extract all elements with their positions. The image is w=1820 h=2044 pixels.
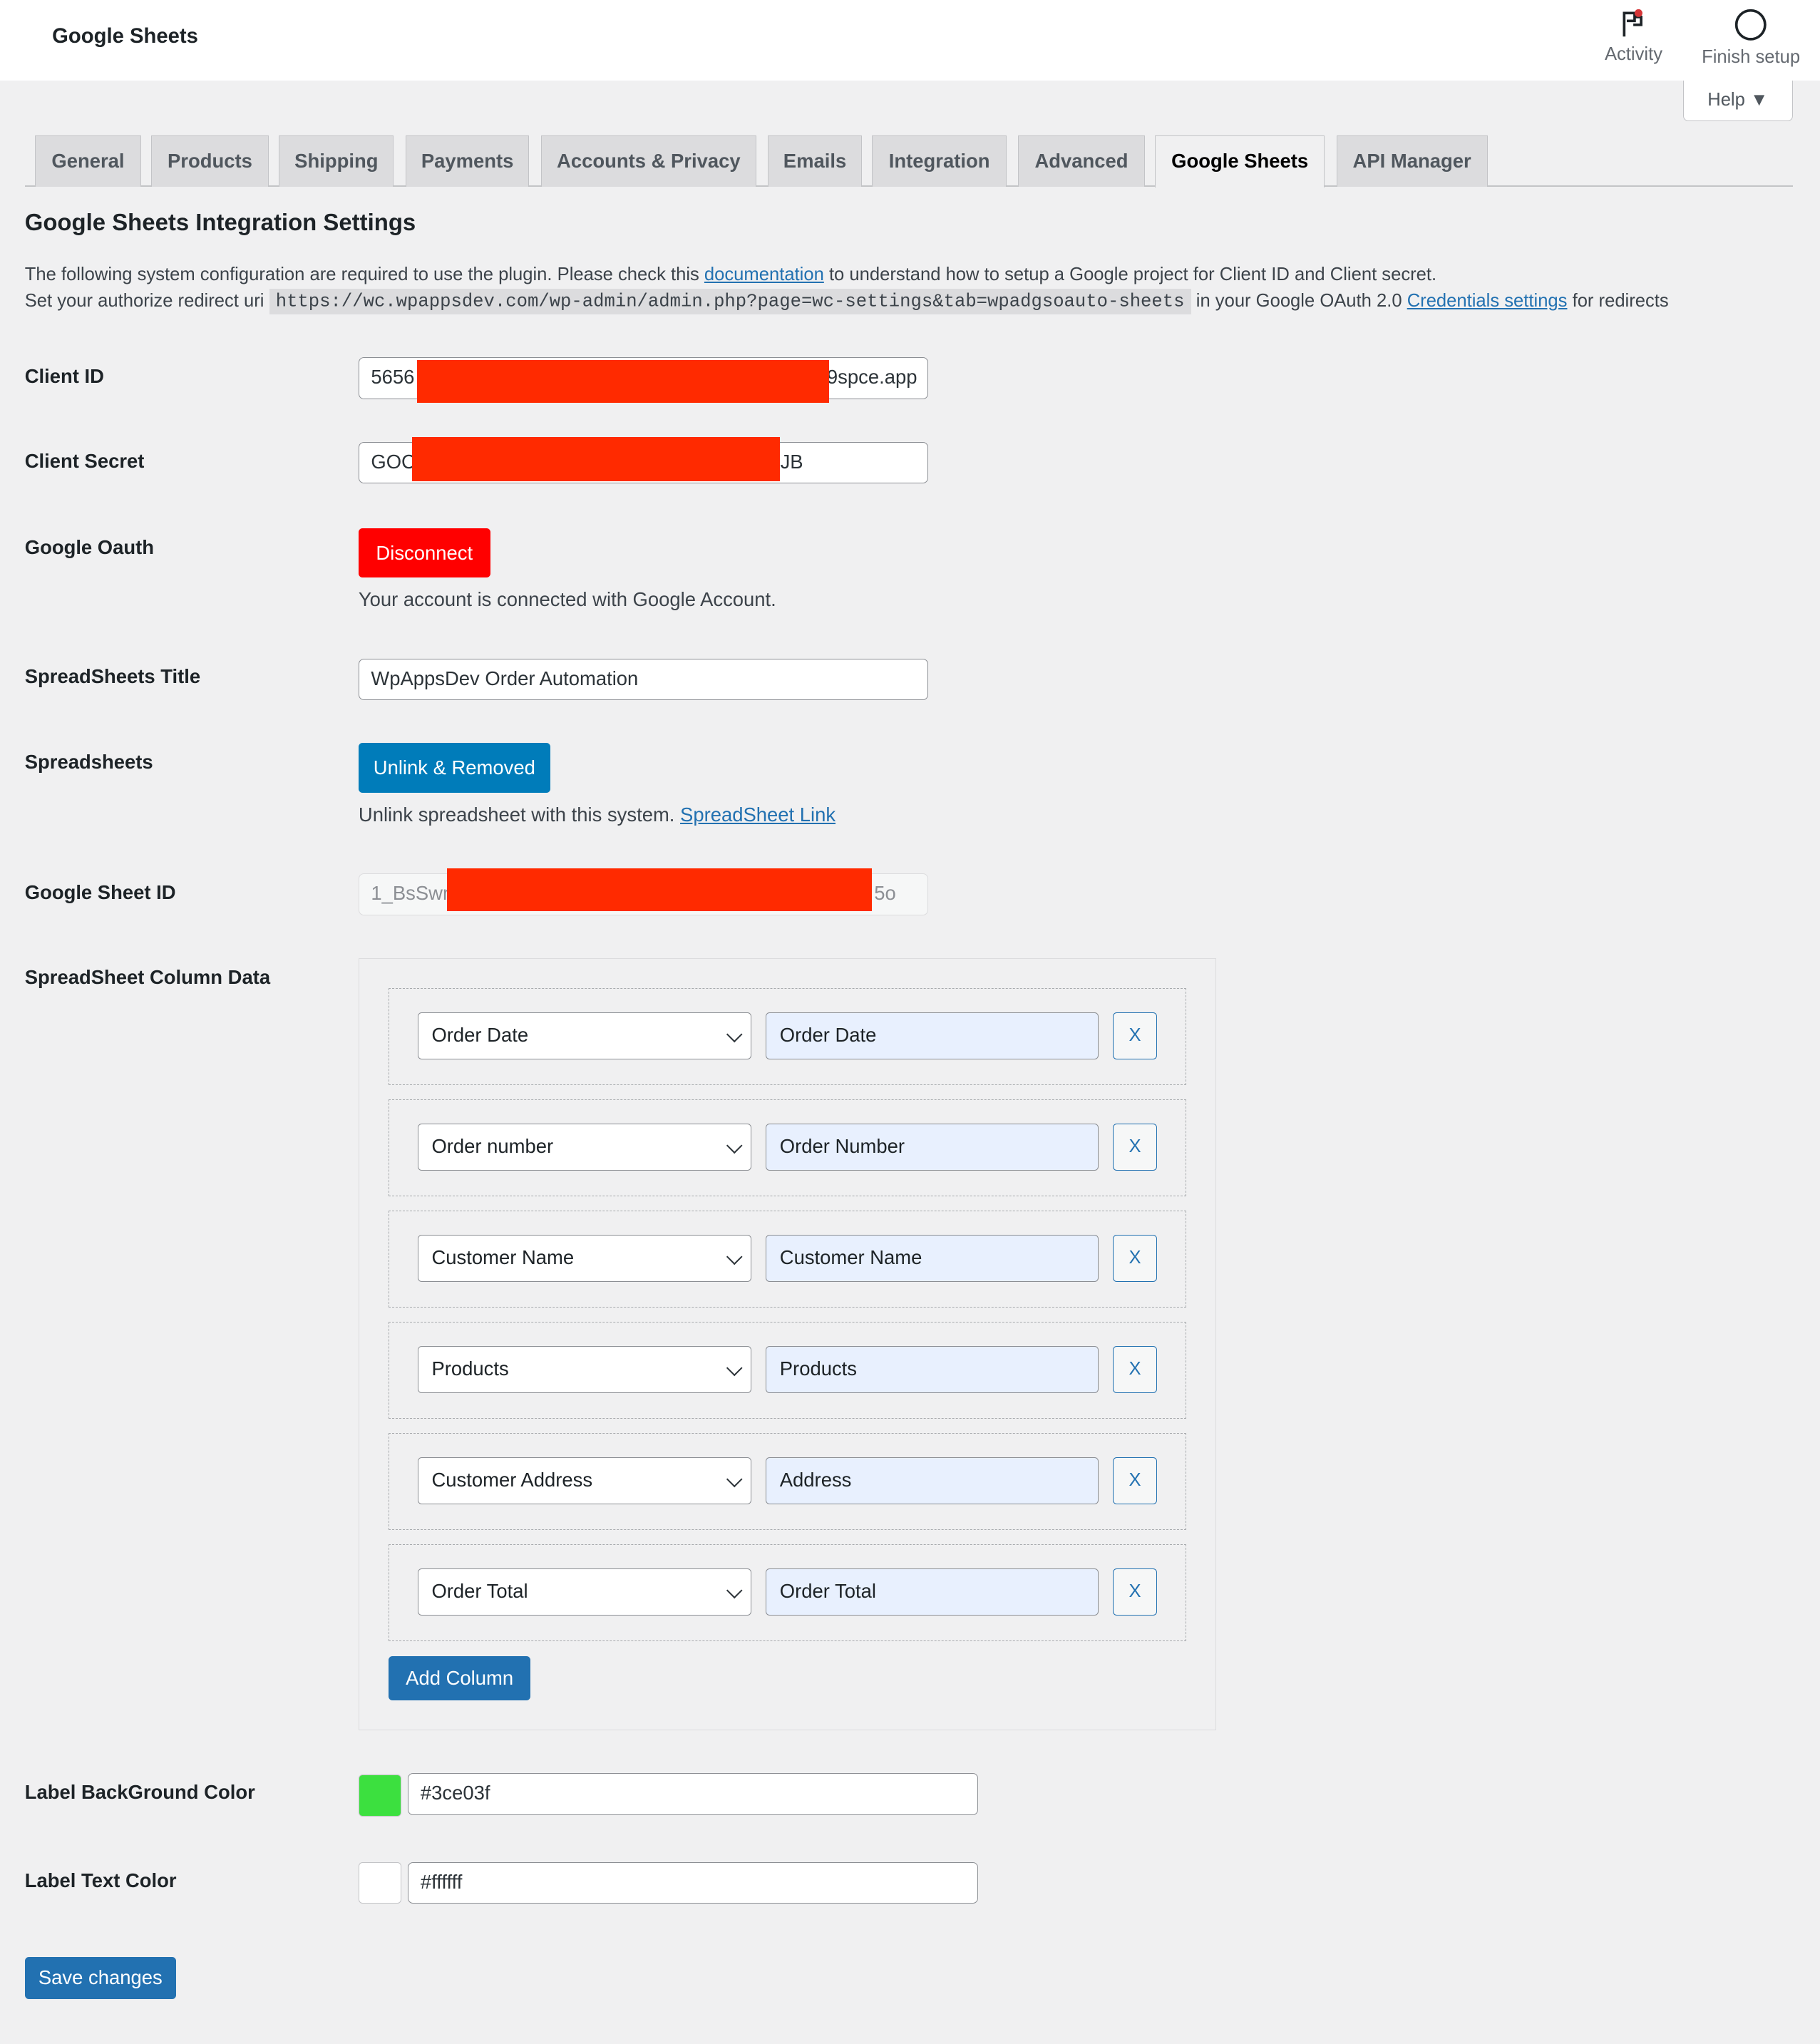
column-field-value: Order Total (431, 1580, 528, 1603)
sheet-id-value-start: 1_BsSwr (371, 882, 450, 905)
tab-google-sheets[interactable]: Google Sheets (1155, 135, 1325, 188)
activity-label: Activity (1604, 43, 1662, 64)
client-secret-value-end: JB (780, 450, 803, 473)
column-row: Customer Name Customer Name X (388, 1211, 1187, 1308)
redaction-box (411, 436, 780, 481)
column-field-select[interactable]: Customer Name (418, 1235, 752, 1282)
column-field-value: Customer Address (431, 1469, 593, 1491)
column-row: Products Products X (388, 1322, 1187, 1419)
column-title-input[interactable]: Order Number (766, 1124, 1099, 1171)
spreadsheet-link[interactable]: SpreadSheet Link (680, 803, 836, 826)
activity-button[interactable]: Activity (1593, 8, 1674, 65)
column-field-select[interactable]: Order Total (418, 1568, 752, 1616)
remove-column-button[interactable]: X (1112, 1012, 1158, 1059)
spreadsheets-label: Spreadsheets (24, 751, 153, 774)
remove-column-button[interactable]: X (1112, 1457, 1158, 1504)
documentation-link[interactable]: documentation (704, 265, 824, 284)
add-column-button[interactable]: Add Column (388, 1655, 531, 1700)
remove-column-button[interactable]: X (1112, 1124, 1158, 1171)
tab-advanced[interactable]: Advanced (1018, 135, 1145, 187)
tab-integration[interactable]: Integration (872, 135, 1007, 187)
spreadsheets-title-label: SpreadSheets Title (24, 664, 201, 687)
client-id-value-start: 5656 (371, 366, 415, 389)
flag-icon (1623, 9, 1643, 37)
intro-text: for redirects (1567, 290, 1669, 311)
client-secret-label: Client Secret (24, 449, 145, 472)
sheet-id-value-end: 5o (874, 882, 896, 905)
bg-color-input[interactable]: #3ce03f (408, 1773, 978, 1815)
credentials-settings-link[interactable]: Credentials settings (1407, 291, 1568, 311)
remove-column-button[interactable]: X (1112, 1346, 1158, 1393)
column-title-input[interactable]: Order Total (766, 1568, 1099, 1616)
column-data-label: SpreadSheet Column Data (24, 966, 271, 989)
chevron-down-icon (726, 1137, 744, 1154)
redaction-box (447, 868, 873, 912)
app-title: Google Sheets (52, 24, 198, 48)
tab-general[interactable]: General (35, 135, 141, 187)
remove-column-button[interactable]: X (1112, 1235, 1158, 1282)
intro-text: Set your authorize redirect uri (24, 290, 269, 311)
chevron-down-icon (726, 1471, 744, 1488)
disconnect-button[interactable]: Disconnect (358, 528, 490, 578)
text-color-input[interactable]: #ffffff (408, 1861, 978, 1904)
unlink-description: Unlink spreadsheet with this system. Spr… (359, 803, 836, 826)
chevron-down-icon (726, 1248, 744, 1265)
intro-line-1: The following system configuration are r… (25, 265, 1436, 285)
intro-text: in your Google OAuth 2.0 (1191, 290, 1407, 311)
finish-setup-button[interactable]: Finish setup (1695, 8, 1806, 68)
tab-shipping[interactable]: Shipping (279, 135, 394, 187)
column-field-value: Order Date (431, 1024, 529, 1047)
google-sheet-id-label: Google Sheet ID (24, 881, 176, 904)
redaction-box (417, 359, 830, 404)
unlink-removed-button[interactable]: Unlink & Removed (358, 743, 550, 793)
label-text-color-label: Label Text Color (24, 1869, 177, 1892)
bg-color-swatch[interactable] (358, 1774, 402, 1817)
column-field-value: Customer Name (431, 1246, 575, 1269)
remove-column-button[interactable]: X (1112, 1568, 1158, 1616)
column-field-select[interactable]: Order Date (418, 1012, 752, 1059)
tab-emails[interactable]: Emails (768, 135, 862, 187)
save-changes-button[interactable]: Save changes (24, 1957, 176, 1999)
column-title-input[interactable]: Customer Name (766, 1235, 1099, 1282)
column-field-value: Order number (431, 1135, 554, 1158)
chevron-down-icon (726, 1026, 744, 1043)
column-field-select[interactable]: Products (418, 1346, 752, 1393)
column-field-select[interactable]: Customer Address (418, 1457, 752, 1504)
column-row: Order Date Order Date X (388, 988, 1187, 1085)
spreadsheets-title-input[interactable]: WpAppsDev Order Automation (358, 658, 929, 701)
column-title-input[interactable]: Order Date (766, 1012, 1099, 1059)
label-bg-color-label: Label BackGround Color (24, 1781, 255, 1804)
column-field-value: Products (431, 1357, 509, 1380)
client-id-label: Client ID (24, 365, 104, 388)
intro-text: to understand how to setup a Google proj… (823, 265, 1437, 285)
column-field-select[interactable]: Order number (418, 1124, 752, 1171)
unlink-text: Unlink spreadsheet with this system. (358, 803, 681, 826)
tab-api-manager[interactable]: API Manager (1336, 135, 1488, 187)
intro-text: The following system configuration are r… (24, 265, 704, 285)
tab-accounts-privacy[interactable]: Accounts & Privacy (540, 135, 756, 187)
column-row: Order number Order Number X (388, 1099, 1187, 1196)
finish-setup-label: Finish setup (1702, 46, 1801, 67)
client-id-value-end: 9spce.app (826, 366, 917, 389)
column-row: Order Total Order Total X (388, 1544, 1187, 1641)
chevron-down-icon (726, 1360, 744, 1377)
page-title: Google Sheets Integration Settings (24, 208, 416, 235)
column-row: Customer Address Address X (388, 1433, 1187, 1530)
column-title-input[interactable]: Products (766, 1346, 1099, 1393)
tab-payments[interactable]: Payments (405, 135, 530, 187)
tab-products[interactable]: Products (151, 135, 269, 187)
chevron-down-icon (726, 1582, 744, 1599)
help-button[interactable]: Help ▼ (1682, 81, 1793, 122)
oauth-status-text: Your account is connected with Google Ac… (358, 587, 776, 610)
redirect-uri: https://wc.wpappsdev.com/wp-admin/admin.… (269, 289, 1191, 315)
column-title-input[interactable]: Address (766, 1457, 1099, 1504)
top-header (0, 0, 1820, 81)
google-oauth-label: Google Oauth (24, 535, 155, 558)
intro-line-2: Set your authorize redirect uri https://… (24, 289, 1669, 315)
text-color-swatch[interactable] (358, 1861, 402, 1904)
client-secret-value-start: GOC (371, 450, 416, 473)
progress-circle-icon (1735, 9, 1767, 41)
